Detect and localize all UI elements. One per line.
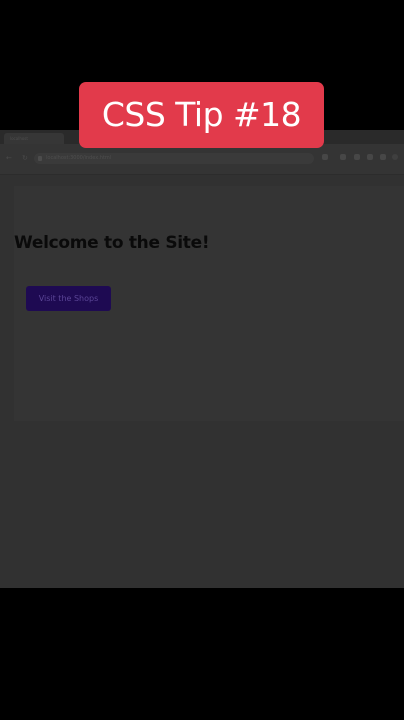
sidebar-icon[interactable] [380, 154, 386, 160]
caption-banner: CSS Tip #18 [79, 82, 324, 148]
reload-icon[interactable]: ↻ [22, 152, 28, 164]
page-heading: Welcome to the Site! [14, 233, 210, 253]
visit-shops-button[interactable]: Visit the Shops [26, 286, 111, 311]
address-text: localhost:3000/index.html [46, 155, 112, 161]
puzzle-icon[interactable] [354, 154, 360, 160]
browser-window: localhost ← ↻ localhost:3000/index.html … [0, 130, 404, 588]
arrow-left-icon[interactable]: ← [6, 152, 12, 164]
star-icon[interactable] [322, 154, 328, 160]
profile-avatar[interactable] [392, 154, 398, 160]
extension-icon[interactable] [340, 154, 346, 160]
caption-text: CSS Tip #18 [101, 95, 302, 134]
lock-icon [38, 156, 42, 161]
browser-toolbar: ← ↻ localhost:3000/index.html [0, 144, 404, 175]
video-frame: localhost ← ↻ localhost:3000/index.html … [0, 0, 404, 720]
browser-tab[interactable]: localhost [4, 133, 64, 144]
address-bar[interactable]: localhost:3000/index.html [34, 153, 314, 164]
share-icon[interactable] [367, 154, 373, 160]
